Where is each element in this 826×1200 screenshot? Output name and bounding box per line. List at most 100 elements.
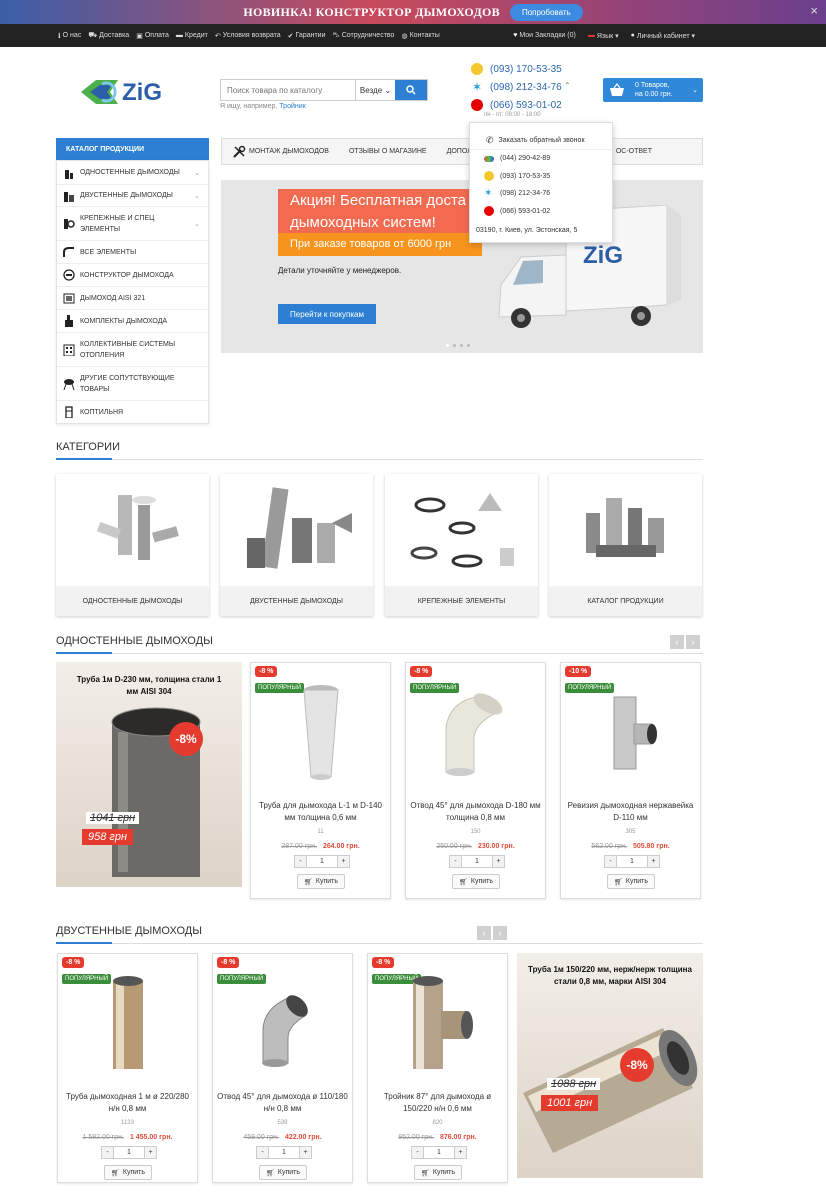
phone-kyivstar-2[interactable]: ✶ (098) 212-34-76 ˆ xyxy=(471,78,569,96)
prev-arrow-icon[interactable]: ‹ xyxy=(670,635,684,649)
qty-minus-button[interactable]: - xyxy=(450,856,461,867)
catalog-item-double-wall[interactable]: ДВУСТЕННЫЕ ДЫМОХОДЫ ⌄ xyxy=(57,185,208,207)
chevron-up-icon[interactable]: ˆ xyxy=(566,82,569,93)
shop-now-button[interactable]: Перейти к покупкам xyxy=(278,304,376,324)
qty-minus-button[interactable]: - xyxy=(412,1147,423,1158)
product-card[interactable]: -10 % ПОПУЛЯРНЫЙ Ревизия дымоходная нерж… xyxy=(560,662,701,899)
qty-plus-button[interactable]: + xyxy=(338,856,349,867)
nav-installation[interactable]: МОНТАЖ ДЫМОХОДОВ xyxy=(222,145,339,159)
catalog-item-aisi321[interactable]: ДЫМОХОД AISI 321 xyxy=(57,287,208,310)
site-logo[interactable]: ZiG xyxy=(78,72,188,112)
product-name[interactable]: Отвод 45° для дымохода D-180 мм толщина … xyxy=(410,800,541,824)
qty-minus-button[interactable]: - xyxy=(295,856,306,867)
single-wall-promo-card[interactable]: Труба 1м D-230 мм, толщина стали 1 мм AI… xyxy=(56,662,242,887)
buy-button[interactable]: 🛒︎ Купить xyxy=(259,1165,307,1180)
product-card[interactable]: -8 % ПОПУЛЯРНЫЙ Труба дымоходная 1 м ø 2… xyxy=(57,953,198,1183)
qty-plus-button[interactable]: + xyxy=(493,856,504,867)
hero-banner[interactable]: Акция! Бесплатная доста дымоходных систе… xyxy=(221,180,703,353)
buy-button[interactable]: 🛒︎ Купить xyxy=(414,1165,462,1180)
catalog-item-collective[interactable]: КОЛЛЕКТИВНЫЕ СИСТЕМЫ ОТОПЛЕНИЯ xyxy=(57,333,208,367)
dropdown-phone[interactable]: (066) 593-01-02 xyxy=(470,203,612,221)
catalog-header[interactable]: КАТАЛОГ ПРОДУКЦИИ xyxy=(56,138,209,160)
top-link-payment[interactable]: ▣ Оплата xyxy=(136,31,169,40)
product-name[interactable]: Труба дымоходная 1 м ø 220/280 н/н 0,8 м… xyxy=(62,1091,193,1115)
catalog-item-single-wall[interactable]: ОДНОСТЕННЫЕ ДЫМОХОДЫ ⌄ xyxy=(57,161,208,185)
search-scope-select[interactable]: Везде ⌄ xyxy=(355,80,395,100)
qty-plus-button[interactable]: + xyxy=(300,1147,311,1158)
top-link-contacts[interactable]: ◍ Контакты xyxy=(401,31,439,40)
qty-input[interactable]: 1 xyxy=(306,856,338,867)
close-icon[interactable]: × xyxy=(810,3,818,18)
top-link-cooperation[interactable]: ⛍ Сотрудничество xyxy=(333,31,395,40)
check-icon: ✔ xyxy=(287,32,294,40)
category-card-single-wall[interactable]: ОДНОСТЕННЫЕ ДЫМОХОДЫ xyxy=(56,474,209,616)
category-card-fasteners[interactable]: КРЕПЕЖНЫЕ ЭЛЕМЕНТЫ xyxy=(385,474,538,616)
qty-input[interactable]: 1 xyxy=(461,856,493,867)
prev-arrow-icon[interactable]: ‹ xyxy=(477,926,491,940)
top-link-about[interactable]: ℹО нас xyxy=(58,31,81,40)
qty-minus-button[interactable]: - xyxy=(605,856,616,867)
dropdown-phone[interactable]: (093) 170-53-35 xyxy=(470,168,612,186)
phone-kyivstar[interactable]: (093) 170-53-35 xyxy=(471,60,569,78)
dropdown-phone[interactable]: ✶ (098) 212-34-76 xyxy=(470,185,612,203)
double-wall-promo-card[interactable]: Труба 1м 150/220 мм, нерж/нерж толщина с… xyxy=(517,953,703,1178)
top-link-returns[interactable]: ↶ Условия возврата xyxy=(215,31,281,40)
qty-plus-button[interactable]: + xyxy=(145,1147,156,1158)
catalog-item-all[interactable]: ВСЕ ЭЛЕМЕНТЫ xyxy=(57,241,208,264)
product-card[interactable]: -8 % ПОПУЛЯРНЫЙ Тройник 87° для дымохода… xyxy=(367,953,508,1183)
category-card-double-wall[interactable]: ДВУСТЕННЫЕ ДЫМОХОДЫ xyxy=(220,474,373,616)
old-price: 287.00 грн. xyxy=(281,843,317,850)
catalog-item-other[interactable]: ДРУГИЕ СОПУТСТВУЮЩИЕ ТОВАРЫ xyxy=(57,367,208,401)
product-price: 562.00 грн. 505.80 грн. xyxy=(561,843,700,850)
callback-link[interactable]: ✆ Заказать обратный звонок xyxy=(470,123,612,150)
next-arrow-icon[interactable]: › xyxy=(686,635,700,649)
qty-input[interactable]: 1 xyxy=(113,1147,145,1158)
next-arrow-icon[interactable]: › xyxy=(493,926,507,940)
cart-icon: 🛒︎ xyxy=(265,1169,275,1177)
product-name[interactable]: Тройник 87° для дымохода ø 150/220 н/н 0… xyxy=(372,1091,503,1115)
nav-faq[interactable]: ОС-ОТВЕТ xyxy=(606,148,662,155)
bookmarks-link[interactable]: ♥ Мои Закладки (0) xyxy=(513,32,576,40)
catalog-item-kits[interactable]: КОМПЛЕКТЫ ДЫМОХОДА xyxy=(57,310,208,333)
search-hint-link[interactable]: Тройник xyxy=(279,103,305,110)
dropdown-phone[interactable]: (044) 290-42-89 xyxy=(470,150,612,168)
product-name[interactable]: Труба для дымохода L-1 м D-140 мм толщин… xyxy=(255,800,386,824)
qty-input[interactable]: 1 xyxy=(268,1147,300,1158)
catalog-item-fasteners[interactable]: КРЕПЕЖНЫЕ И СПЕЦ ЭЛЕМЕНТЫ ⌄ xyxy=(57,207,208,241)
product-image xyxy=(271,677,371,787)
nav-reviews[interactable]: ОТЗЫВЫ О МАГАЗИНЕ xyxy=(339,148,437,155)
slider-dot[interactable] xyxy=(453,344,456,347)
catalog-item-constructor[interactable]: КОНСТРУКТОР ДЫМОХОДА xyxy=(57,264,208,287)
try-button[interactable]: Попробовать xyxy=(509,3,583,21)
product-name[interactable]: Ревизия дымоходная нержавейка D-110 мм xyxy=(565,800,696,824)
qty-plus-button[interactable]: + xyxy=(648,856,659,867)
cart-button[interactable]: 0 Товаров, на 0.00 грн. ⌄ xyxy=(603,78,703,102)
qty-minus-button[interactable]: - xyxy=(102,1147,113,1158)
buy-button[interactable]: 🛒︎ Купить xyxy=(104,1165,152,1180)
product-card[interactable]: -8 % ПОПУЛЯРНЫЙ Отвод 45° для дымохода ø… xyxy=(212,953,353,1183)
search-input[interactable] xyxy=(221,80,355,100)
buy-button[interactable]: 🛒︎ Купить xyxy=(297,874,345,889)
qty-input[interactable]: 1 xyxy=(423,1147,455,1158)
account-dropdown[interactable]: ● Личный кабинет ▾ xyxy=(631,32,695,40)
qty-minus-button[interactable]: - xyxy=(257,1147,268,1158)
language-dropdown[interactable]: ▬ Язык ▾ xyxy=(588,32,619,40)
qty-input[interactable]: 1 xyxy=(616,856,648,867)
top-link-credit[interactable]: ▬ Кредит xyxy=(176,31,208,40)
banner-subline: При заказе товаров от 6000 грн xyxy=(278,233,482,256)
catalog-item-smokehouse[interactable]: КОПТИЛЬНЯ xyxy=(57,401,208,423)
category-card-catalog[interactable]: КАТАЛОГ ПРОДУКЦИИ xyxy=(549,474,702,616)
cart-icon: 🛒︎ xyxy=(303,878,313,886)
slider-dot[interactable] xyxy=(446,344,449,347)
slider-dot[interactable] xyxy=(467,344,470,347)
top-link-delivery[interactable]: ⛟ Доставка xyxy=(88,31,129,40)
slider-dot[interactable] xyxy=(460,344,463,347)
search-button[interactable] xyxy=(395,80,427,100)
buy-button[interactable]: 🛒︎ Купить xyxy=(452,874,500,889)
qty-plus-button[interactable]: + xyxy=(455,1147,466,1158)
product-card[interactable]: -8 % ПОПУЛЯРНЫЙ Труба для дымохода L-1 м… xyxy=(250,662,391,899)
product-name[interactable]: Отвод 45° для дымохода ø 110/180 н/н 0,8… xyxy=(217,1091,348,1115)
product-card[interactable]: -8 % ПОПУЛЯРНЫЙ Отвод 45° для дымохода D… xyxy=(405,662,546,899)
top-link-warranty[interactable]: ✔ Гарантии xyxy=(288,31,326,40)
buy-button[interactable]: 🛒︎ Купить xyxy=(607,874,655,889)
